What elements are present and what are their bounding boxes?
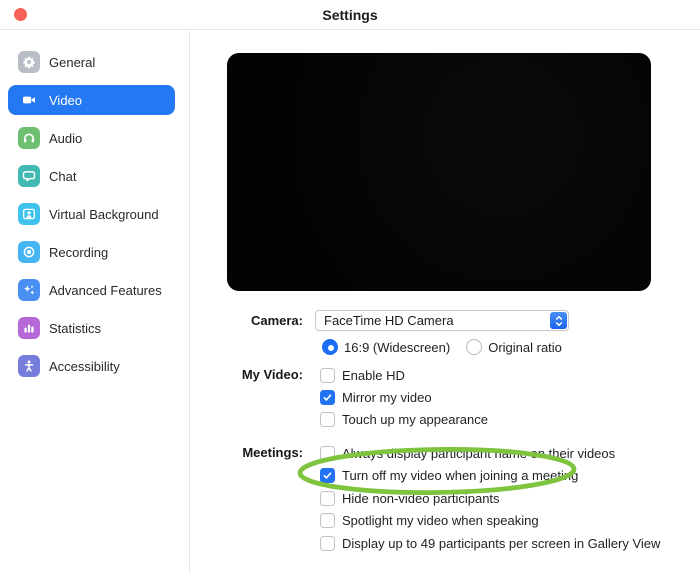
sidebar-item-label: Statistics [49,320,102,336]
option-touch-up-appearance: Touch up my appearance [320,408,488,430]
sidebar-item-label: Recording [49,244,109,260]
person-background-icon [18,203,40,225]
sidebar-item-label: Accessibility [49,358,120,374]
chevron-up-down-icon [550,312,567,329]
aspect-ratio-row: 16:9 (Widescreen) Original ratio [191,339,700,355]
checkbox-label: Touch up my appearance [342,411,488,427]
option-display-49-participants: Display up to 49 participants per screen… [320,532,660,555]
bar-chart-icon [18,317,40,339]
option-spotlight-my-video: Spotlight my video when speaking [320,510,660,533]
sidebar-item-label: Advanced Features [49,282,162,298]
checkbox-turn-off-video-when-joining[interactable] [320,468,335,484]
my-video-label: My Video: [241,367,303,382]
camera-select[interactable]: FaceTime HD Camera [315,310,569,331]
radio-label: Original ratio [488,339,562,355]
camera-selected-value: FaceTime HD Camera [324,313,454,328]
chat-bubble-icon [18,165,40,187]
option-turn-off-video-when-joining: Turn off my video when joining a meeting [320,465,660,488]
checkbox-always-display-participant-name[interactable] [320,445,335,461]
sparkles-icon [18,279,40,301]
sidebar-item-statistics[interactable]: Statistics [8,313,175,343]
sidebar-item-accessibility[interactable]: Accessibility [8,351,175,381]
checkbox-label: Turn off my video when joining a meeting [342,468,579,484]
sidebar-item-advanced-features[interactable]: Advanced Features [8,275,175,305]
radio-original-ratio[interactable] [466,339,483,355]
option-enable-hd: Enable HD [320,364,488,386]
checkbox-spotlight-my-video[interactable] [320,513,335,529]
sidebar-item-label: Video [49,92,83,108]
camera-label: Camera: [250,313,303,328]
headset-icon [18,127,40,149]
sidebar-item-label: Chat [49,168,77,184]
checkbox-label: Hide non-video participants [342,490,500,506]
sidebar-item-label: Audio [49,130,83,146]
settings-sidebar: General Video Audio Chat Virtual Backgro… [0,31,190,574]
sidebar-item-chat[interactable]: Chat [8,161,175,191]
radio-label: 16:9 (Widescreen) [344,339,451,355]
sidebar-item-virtual-background[interactable]: Virtual Background [8,199,175,229]
checkbox-label: Display up to 49 participants per screen… [342,535,661,551]
camera-row: Camera: FaceTime HD Camera [191,310,700,331]
sidebar-item-general[interactable]: General [8,47,175,77]
close-button[interactable] [14,8,27,21]
meetings-label: Meetings: [242,445,303,460]
option-mirror-my-video: Mirror my video [320,386,488,408]
gear-icon [18,51,40,73]
checkbox-label: Spotlight my video when speaking [342,513,539,529]
checkbox-enable-hd[interactable] [320,367,335,383]
title-bar: Settings [0,0,700,30]
checkbox-touch-up-appearance[interactable] [320,411,335,427]
meetings-group: Meetings: Always display participant nam… [191,442,700,555]
camera-preview [227,53,651,291]
checkbox-display-49-participants[interactable] [320,535,335,551]
window-title: Settings [322,6,378,23]
sidebar-item-video[interactable]: Video [8,85,175,115]
sidebar-item-label: General [49,54,96,70]
sidebar-item-recording[interactable]: Recording [8,237,175,267]
sidebar-item-audio[interactable]: Audio [8,123,175,153]
video-camera-icon [18,89,40,111]
option-hide-non-video-participants: Hide non-video participants [320,487,660,510]
checkbox-label: Enable HD [342,367,405,383]
checkbox-label: Mirror my video [342,389,432,405]
accessibility-person-icon [18,355,40,377]
checkbox-hide-non-video-participants[interactable] [320,490,335,506]
video-settings-panel: Camera: FaceTime HD Camera 16:9 (Widescr… [191,31,700,574]
checkbox-mirror-my-video[interactable] [320,389,335,405]
sidebar-item-label: Virtual Background [49,206,159,222]
option-always-display-participant-name: Always display participant name on their… [320,442,660,465]
record-icon [18,241,40,263]
my-video-group: My Video: Enable HD Mirror my video Touc… [191,364,700,430]
radio-16-9-widescreen[interactable] [322,339,338,355]
checkbox-label: Always display participant name on their… [342,445,616,461]
